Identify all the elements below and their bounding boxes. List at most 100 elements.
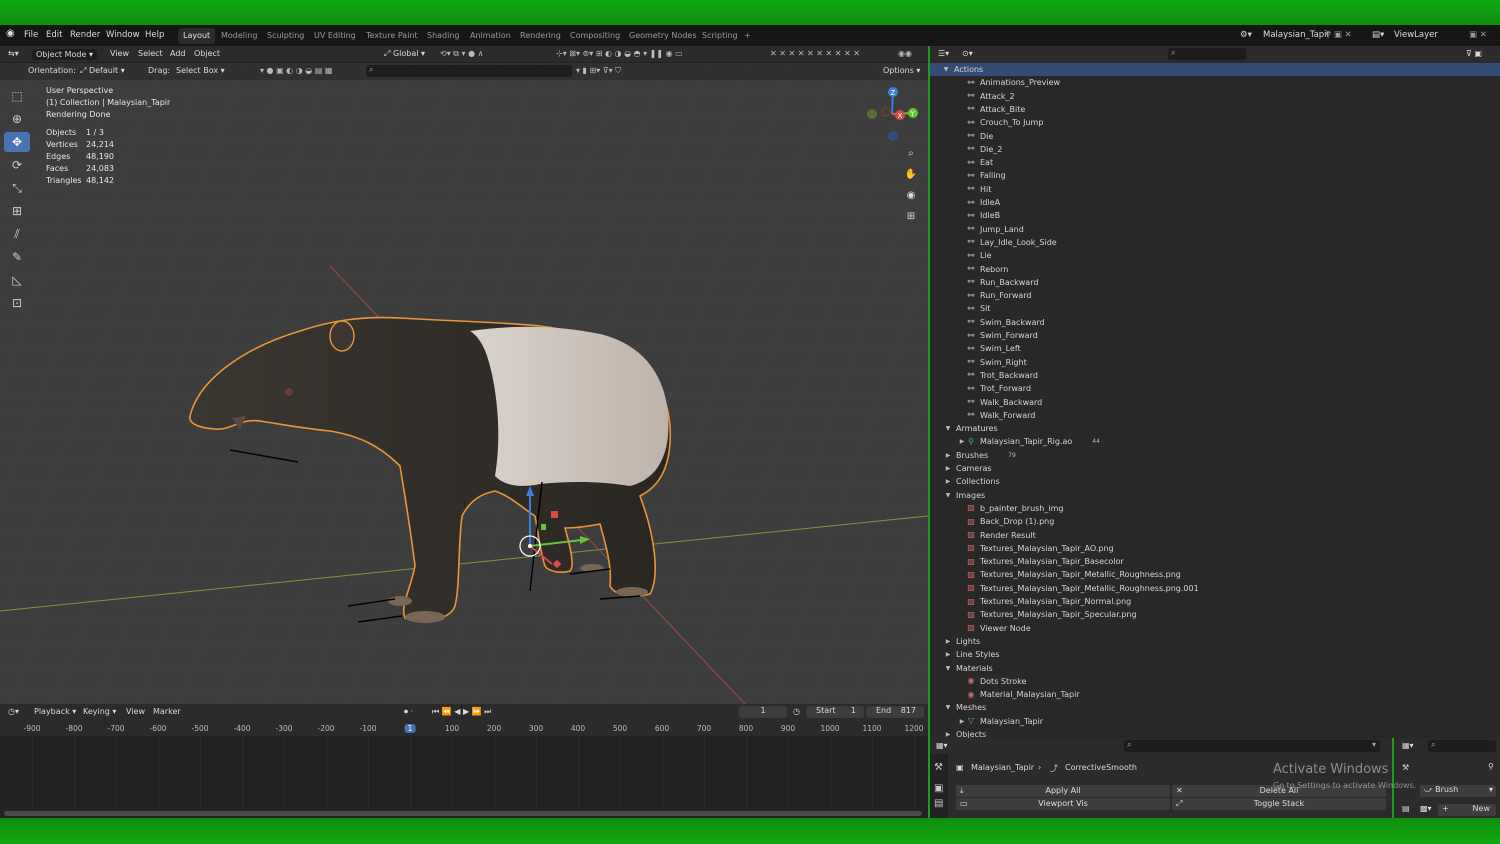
menu-edit[interactable]: Edit xyxy=(46,30,62,40)
editor-type-icon[interactable]: ⇆▾ xyxy=(8,49,19,58)
outliner-row[interactable]: ⚯ IdleA xyxy=(930,196,1500,209)
menu-add[interactable]: Add xyxy=(170,49,186,58)
draw-tool-icon[interactable]: ✎ xyxy=(4,247,30,267)
pin-icon[interactable]: ⚲ xyxy=(1488,762,1494,771)
stopwatch-icon[interactable]: ◷ xyxy=(793,707,800,716)
new-brush-button[interactable]: + New xyxy=(1438,804,1496,816)
outliner-row[interactable]: ⚯ Walk_Backward xyxy=(930,396,1500,409)
outliner-row[interactable]: ⚯ Die_2 xyxy=(930,143,1500,156)
expand-closed-icon[interactable]: ▶ xyxy=(944,452,952,459)
tab-modeling[interactable]: Modeling xyxy=(216,28,262,44)
display-mode-icon[interactable]: ⊙▾ xyxy=(962,49,973,58)
overlay-icons[interactable]: ⊹▾ ⊠▾ ⊚▾ ⊞ ◐ ◑ ◒ ◓ ▾ ❚❚ ◉ ▭ xyxy=(556,49,683,58)
outliner-editor-icon[interactable]: ☰▾ xyxy=(938,49,949,58)
outliner-row[interactable]: ▨ Viewer Node xyxy=(930,622,1500,635)
output-tab-icon[interactable]: ▤ xyxy=(1402,804,1410,813)
outliner-row[interactable]: ▨ Back_Drop (1).png xyxy=(930,515,1500,528)
render-tab-icon[interactable]: ▣ xyxy=(930,781,948,796)
outliner-row[interactable]: ⚯ Crouch_To Jump xyxy=(930,116,1500,129)
outliner-row[interactable]: ⚯ Falling xyxy=(930,169,1500,182)
outliner-row[interactable]: ▨ Textures_Malaysian_Tapir_Basecolor xyxy=(930,555,1500,568)
mode-dropdown[interactable]: Object Mode ▾ xyxy=(32,49,97,60)
outliner-row[interactable]: ⚯ Sit xyxy=(930,302,1500,315)
transform-tool-icon[interactable]: ⊞ xyxy=(4,201,30,221)
outliner-row[interactable]: ▨ Render Result xyxy=(930,529,1500,542)
outliner-row[interactable]: ⚯ Swim_Left xyxy=(930,342,1500,355)
menu-view[interactable]: View xyxy=(110,49,129,58)
outliner-row[interactable]: ▶ Lights xyxy=(930,635,1500,648)
tool-editor-icon[interactable]: ▦▾ xyxy=(1402,741,1414,750)
outliner-row[interactable]: ◉ Material_Malaysian_Tapir xyxy=(930,688,1500,701)
outliner-row[interactable]: ▨ b_painter_brush_img xyxy=(930,502,1500,515)
viewport-vis-button[interactable]: ▭ Viewport Vis xyxy=(956,798,1170,810)
outliner-row[interactable]: ▶ Line Styles xyxy=(930,648,1500,661)
menu-select[interactable]: Select xyxy=(138,49,163,58)
outliner-row[interactable]: ▶ Brushes 79 xyxy=(930,449,1500,462)
transform-orientation-dropdown[interactable]: ⤢ Global ▾ xyxy=(384,49,425,59)
menu-render[interactable]: Render xyxy=(70,30,100,40)
scene-icon[interactable]: ⚙▾ xyxy=(1240,30,1252,40)
expand-open-icon[interactable]: ▼ xyxy=(944,704,952,711)
tool-tab-icon[interactable]: ⚒ xyxy=(930,754,948,781)
measure-tool-icon[interactable]: ◺ xyxy=(4,270,30,290)
options-dropdown[interactable]: Options ▾ xyxy=(883,66,920,75)
outliner-row[interactable]: ⚯ Swim_Backward xyxy=(930,316,1500,329)
outliner-row[interactable]: ⚯ Swim_Forward xyxy=(930,329,1500,342)
scale-tool-icon[interactable]: ⤡ xyxy=(4,178,30,198)
end-frame-field[interactable]: End 817 xyxy=(866,706,924,718)
outliner-row[interactable]: ⚯ Run_Forward xyxy=(930,289,1500,302)
menu-object[interactable]: Object xyxy=(194,49,220,58)
view-layer-name[interactable]: ViewLayer xyxy=(1394,30,1438,40)
tab-geometry-nodes[interactable]: Geometry Nodes xyxy=(624,28,701,44)
tab-sculpting[interactable]: Sculpting xyxy=(262,28,309,44)
outliner-row[interactable]: ⚯ Jump_Land xyxy=(930,223,1500,236)
tab-rendering[interactable]: Rendering xyxy=(515,28,566,44)
expand-open-icon[interactable]: ▼ xyxy=(942,66,950,73)
record-icon[interactable]: ⏺ · xyxy=(404,707,413,717)
outliner-row[interactable]: ⚯ Lie xyxy=(930,249,1500,262)
outliner-row[interactable]: ▶ ⚲ Malaysian_Tapir_Rig.ao 44 xyxy=(930,435,1500,448)
outliner-row[interactable]: ⚯ Animations_Preview xyxy=(930,76,1500,89)
outliner-row[interactable]: ▨ Textures_Malaysian_Tapir_Specular.png xyxy=(930,608,1500,621)
expand-open-icon[interactable]: ▼ xyxy=(944,665,952,672)
expand-closed-icon[interactable]: ▶ xyxy=(944,465,952,472)
start-frame-field[interactable]: Start 1 xyxy=(806,706,864,718)
outliner-row[interactable]: ▼ Images xyxy=(930,489,1500,502)
expand-closed-icon[interactable]: ▶ xyxy=(944,731,952,738)
outliner-row[interactable]: ▼ Actions xyxy=(930,63,1500,76)
view-layer-controls[interactable]: ▣ ✕ xyxy=(1469,30,1487,40)
brush-preview-icon[interactable]: ▩▾ xyxy=(1420,804,1432,813)
render-icons[interactable]: ◉◉ xyxy=(898,49,912,58)
expand-closed-icon[interactable]: ▶ xyxy=(944,478,952,485)
camera-view-icon[interactable]: ◉ xyxy=(902,186,920,204)
timeline-ruler[interactable]: -900 -800 -700 -600 -500 -400 -300 -200 -100 1 100… xyxy=(0,721,928,736)
outliner-row[interactable]: ⚯ Walk_Forward xyxy=(930,409,1500,422)
menu-file[interactable]: File xyxy=(24,30,38,40)
axis-gizmo[interactable]: Z Y X xyxy=(862,84,924,144)
expand-open-icon[interactable]: ▼ xyxy=(944,492,952,499)
timeline-scrollbar[interactable] xyxy=(4,811,922,816)
expand-closed-icon[interactable]: ▶ xyxy=(944,638,952,645)
tab-scripting[interactable]: Scripting xyxy=(697,28,743,44)
outliner-row[interactable]: ▼ Materials xyxy=(930,662,1500,675)
outliner-row[interactable]: ▶ ▽ Malaysian_Tapir xyxy=(930,715,1500,728)
outliner-row[interactable]: ⚯ Die xyxy=(930,130,1500,143)
keying-menu[interactable]: Keying ▾ xyxy=(83,707,116,716)
view-layer-icon[interactable]: ▤▾ xyxy=(1372,30,1384,40)
move-tool-icon[interactable]: ✥ xyxy=(4,132,30,152)
pan-hand-icon[interactable]: ✋ xyxy=(902,165,920,183)
outliner-row[interactable]: ▶ Collections xyxy=(930,475,1500,488)
outliner-search-input[interactable]: ⌕ xyxy=(1168,48,1246,60)
outliner-row[interactable]: ▨ Textures_Malaysian_Tapir_Metallic_Rough… xyxy=(930,568,1500,581)
outliner-row[interactable]: ▨ Textures_Malaysian_Tapir_Metallic_Rough… xyxy=(930,582,1500,595)
visibility-icons[interactable]: ✕ ✕ ✕ ✕ ✕ ✕ ✕ ✕ ✕ ✕ xyxy=(770,49,860,58)
apply-all-button[interactable]: ⤓ Apply All xyxy=(956,785,1170,797)
marker-menu[interactable]: Marker xyxy=(153,707,181,716)
expand-open-icon[interactable]: ▼ xyxy=(944,425,952,432)
outliner-row[interactable]: ⚯ Attack_2 xyxy=(930,90,1500,103)
outliner-row[interactable]: ⚯ Trot_Backward xyxy=(930,369,1500,382)
blender-logo-icon[interactable]: ◉ xyxy=(6,28,15,39)
tab-compositing[interactable]: Compositing xyxy=(565,28,625,44)
playback-controls[interactable]: ⏮ ⏪ ◀ ▶ ⏩ ⏭ xyxy=(432,707,491,717)
zoom-icon[interactable]: ⌕ xyxy=(902,144,920,162)
